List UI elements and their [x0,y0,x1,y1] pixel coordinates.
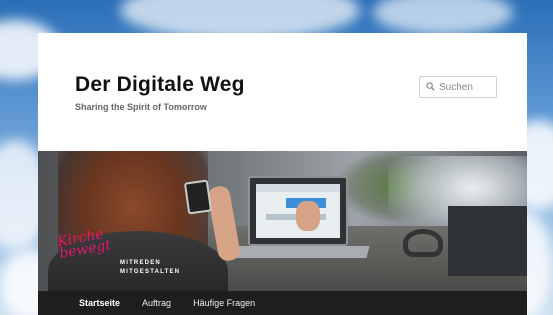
monitor [448,206,527,276]
search-input[interactable] [435,81,495,93]
site-header: Der Digitale Weg Sharing the Spirit of T… [38,33,527,151]
main-navigation: Startseite Auftrag Häufige Fragen [38,291,527,315]
nav-item-haeufige-fragen[interactable]: Häufige Fragen [193,298,255,308]
search-icon [426,78,435,96]
site-container: Der Digitale Weg Sharing the Spirit of T… [38,33,527,315]
nav-item-auftrag[interactable]: Auftrag [142,298,171,308]
brand-logo-text: MITREDEN MITGESTALTEN [120,259,180,277]
nav-item-startseite[interactable]: Startseite [79,298,120,308]
headphones [403,229,443,257]
phone [183,179,213,215]
header-image: Kirche bewegt MITREDEN MITGESTALTEN [38,151,527,291]
site-title[interactable]: Der Digitale Weg [75,73,245,97]
site-tagline: Sharing the Spirit of Tomorrow [75,102,207,112]
logo-line-1: MITREDEN [120,260,161,266]
logo-line-2: MITGESTALTEN [120,269,181,275]
cloud [373,0,513,35]
search-box[interactable] [419,76,497,98]
